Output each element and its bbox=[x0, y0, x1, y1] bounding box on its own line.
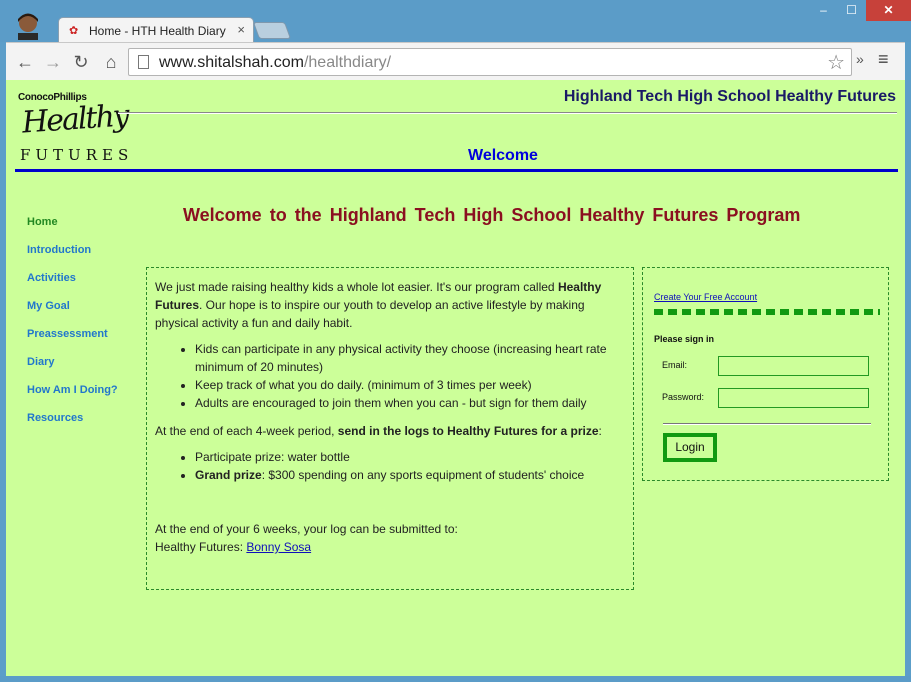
window-frame-bottom bbox=[0, 676, 911, 682]
title-divider bbox=[118, 112, 897, 114]
sidebar-item-diary[interactable]: Diary bbox=[27, 356, 118, 384]
sidebar-item-home[interactable]: Home bbox=[27, 216, 118, 244]
sidebar-item-preassessment[interactable]: Preassessment bbox=[27, 328, 118, 356]
browser-titlebar: ✿ Home - HTH Health Diary × – ☐ ✕ bbox=[0, 0, 911, 43]
address-bar[interactable]: www.shitalshah.com/healthdiary/ ☆ bbox=[128, 48, 852, 76]
email-field[interactable] bbox=[718, 356, 869, 376]
period-bold: send in the logs to Healthy Futures for … bbox=[337, 424, 599, 438]
reload-icon[interactable]: ↻ bbox=[70, 51, 92, 73]
contact-link[interactable]: Bonny Sosa bbox=[246, 540, 311, 554]
sidebar-item-resources[interactable]: Resources bbox=[27, 412, 118, 440]
page-icon bbox=[138, 55, 149, 69]
logo-healthy: Healthy bbox=[20, 98, 129, 141]
login-panel: Create Your Free Account Please sign in … bbox=[642, 267, 889, 481]
email-label: Email: bbox=[662, 360, 688, 370]
url-domain: www.shitalshah.com bbox=[159, 54, 304, 71]
password-field[interactable] bbox=[718, 388, 869, 408]
contact-line: Healthy Futures: Bonny Sosa bbox=[155, 538, 625, 556]
dashed-divider bbox=[654, 309, 880, 315]
list-item: Kids can participate in any physical act… bbox=[195, 340, 625, 376]
period-text-end: : bbox=[598, 424, 602, 438]
intro-text-cont: . Our hope is to inspire our youth to de… bbox=[155, 298, 585, 330]
signin-label: Please sign in bbox=[654, 334, 715, 344]
tab-title: Home - HTH Health Diary bbox=[89, 24, 226, 38]
list-item: Participate prize: water bottle bbox=[195, 448, 625, 466]
login-divider bbox=[663, 423, 871, 425]
forward-icon[interactable]: → bbox=[42, 51, 64, 73]
page-content: ConocoPhillips Healthy FUTURES Highland … bbox=[6, 80, 905, 676]
logo-futures: FUTURES bbox=[20, 146, 134, 164]
new-tab-button[interactable] bbox=[252, 22, 292, 39]
program-info-box: We just made raising healthy kids a whol… bbox=[146, 267, 634, 590]
close-window-button[interactable]: ✕ bbox=[866, 0, 911, 21]
sidebar-item-activities[interactable]: Activities bbox=[27, 272, 118, 300]
grand-prize-text: : $300 spending on any sports equipment … bbox=[261, 468, 585, 482]
sidebar-nav: Home Introduction Activities My Goal Pre… bbox=[27, 216, 118, 440]
list-item: Keep track of what you do daily. (minimu… bbox=[195, 376, 625, 394]
page-title: Welcome bbox=[468, 147, 538, 164]
url-text[interactable]: www.shitalshah.com/healthdiary/ bbox=[159, 54, 391, 72]
prizes-list: Participate prize: water bottle Grand pr… bbox=[195, 448, 625, 484]
intro-paragraph: We just made raising healthy kids a whol… bbox=[155, 278, 625, 332]
url-path: /healthdiary/ bbox=[303, 54, 392, 71]
menu-icon[interactable]: ≡ bbox=[878, 49, 889, 70]
back-icon[interactable]: ← bbox=[14, 51, 36, 73]
intro-text: We just made raising healthy kids a whol… bbox=[155, 280, 558, 294]
header-divider bbox=[15, 169, 898, 172]
sidebar-item-my-goal[interactable]: My Goal bbox=[27, 300, 118, 328]
list-item: Grand prize: $300 spending on any sports… bbox=[195, 466, 625, 484]
sidebar-item-introduction[interactable]: Introduction bbox=[27, 244, 118, 272]
period-text: At the end of each 4-week period, bbox=[155, 424, 338, 438]
login-button[interactable]: Login bbox=[663, 433, 717, 462]
tab-home[interactable]: ✿ Home - HTH Health Diary × bbox=[58, 17, 254, 43]
submit-text: At the end of your 6 weeks, your log can… bbox=[155, 522, 458, 536]
list-item: Adults are encouraged to join them when … bbox=[195, 394, 625, 412]
password-label: Password: bbox=[662, 392, 705, 402]
welcome-heading: Welcome to the Highland Tech High School… bbox=[183, 205, 801, 225]
browser-toolbar: ← → ↻ ⌂ www.shitalshah.com/healthdiary/ … bbox=[6, 42, 905, 80]
contact-prefix: Healthy Futures: bbox=[155, 540, 247, 554]
minimize-button[interactable]: – bbox=[810, 0, 837, 21]
healthy-futures-logo: ConocoPhillips Healthy FUTURES bbox=[18, 92, 129, 164]
maximize-button[interactable]: ☐ bbox=[838, 0, 865, 21]
favicon-icon: ✿ bbox=[69, 25, 79, 37]
tab-close-icon[interactable]: × bbox=[237, 22, 245, 37]
bookmark-star-icon[interactable]: ☆ bbox=[827, 50, 845, 75]
create-account-link[interactable]: Create Your Free Account bbox=[654, 292, 757, 302]
grand-prize-label: Grand prize bbox=[195, 468, 262, 482]
home-icon[interactable]: ⌂ bbox=[100, 51, 122, 73]
extensions-overflow-icon[interactable]: » bbox=[856, 51, 864, 67]
user-avatar-icon[interactable] bbox=[12, 10, 44, 40]
rules-list: Kids can participate in any physical act… bbox=[195, 340, 625, 412]
period-paragraph: At the end of each 4-week period, send i… bbox=[155, 422, 625, 440]
sidebar-item-how-am-i-doing[interactable]: How Am I Doing? bbox=[27, 384, 118, 412]
site-title: Highland Tech High School Healthy Future… bbox=[563, 88, 896, 105]
